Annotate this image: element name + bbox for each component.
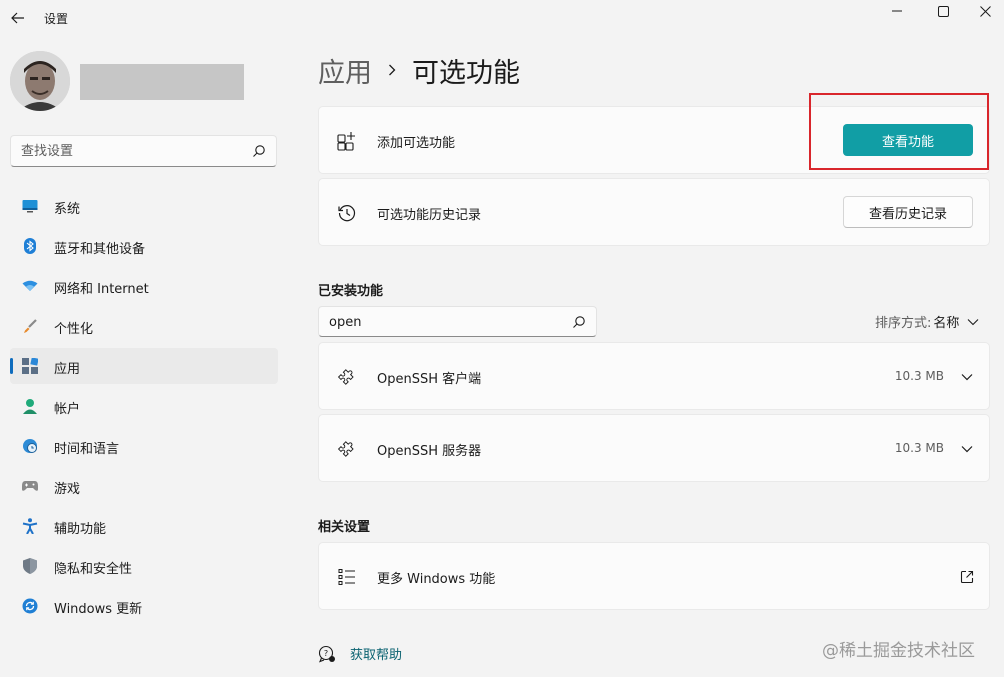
sidebar-item-personalization[interactable]: 个性化 — [10, 308, 278, 344]
feature-size: 10.3 MB — [894, 369, 944, 383]
sidebar-item-label: 游戏 — [54, 482, 81, 497]
sidebar-item-label: 应用 — [54, 362, 81, 377]
sidebar-item-label: 辅助功能 — [54, 522, 107, 537]
search-icon — [573, 316, 585, 328]
sidebar-item-label: 网络和 Internet — [54, 282, 149, 297]
sidebar-item-label: 蓝牙和其他设备 — [54, 242, 146, 257]
avatar[interactable] — [10, 51, 70, 111]
sidebar-item-bluetooth[interactable]: 蓝牙和其他设备 — [10, 228, 278, 264]
sort-label: 排序方式: — [875, 316, 932, 331]
brush-icon — [22, 318, 38, 334]
arrow-left-icon — [11, 12, 24, 24]
sort-value: 名称 — [933, 316, 960, 331]
close-icon — [979, 5, 991, 17]
sidebar-item-label: Windows 更新 — [54, 602, 143, 617]
chevron-down-icon — [967, 318, 979, 326]
sidebar-item-label: 时间和语言 — [54, 442, 120, 457]
list-icon — [337, 567, 357, 587]
breadcrumb: 应用 可选功能 — [318, 50, 520, 90]
get-help[interactable]: ? 获取帮助 — [318, 644, 402, 663]
user-name-redacted — [80, 64, 244, 100]
feature-search-input[interactable] — [329, 313, 559, 331]
search-icon — [253, 145, 265, 157]
sidebar-item-network[interactable]: 网络和 Internet — [10, 268, 278, 304]
feature-history-label: 可选功能历史记录 — [377, 208, 482, 223]
settings-search[interactable] — [10, 135, 277, 167]
account-icon — [22, 398, 38, 414]
monitor-icon — [22, 198, 38, 214]
maximize-button[interactable] — [920, 0, 966, 22]
feature-item-openssh-server[interactable]: OpenSSH 服务器 10.3 MB — [318, 414, 990, 482]
get-help-link[interactable]: 获取帮助 — [350, 644, 402, 663]
installed-features-search[interactable] — [318, 306, 597, 337]
puzzle-icon — [337, 439, 357, 459]
user-avatar-icon — [10, 51, 70, 111]
maximize-icon — [937, 5, 949, 17]
feature-name: OpenSSH 客户端 — [377, 372, 482, 387]
sidebar-item-time-language[interactable]: 时间和语言 — [10, 428, 278, 464]
minimize-icon — [892, 10, 902, 12]
page-title: 可选功能 — [412, 57, 520, 89]
feature-size: 10.3 MB — [894, 441, 944, 455]
gamepad-icon — [22, 478, 38, 494]
chevron-down-icon[interactable] — [959, 369, 975, 385]
sidebar-item-privacy[interactable]: 隐私和安全性 — [10, 548, 278, 584]
sidebar-nav: 系统 蓝牙和其他设备 网络和 Internet 个性化 应用 帐户 时间和语言 … — [10, 188, 278, 628]
feature-history-card: 可选功能历史记录 查看历史记录 — [318, 178, 990, 246]
app-title: 设置 — [44, 12, 69, 26]
view-history-button[interactable]: 查看历史记录 — [843, 196, 973, 228]
sidebar-item-system[interactable]: 系统 — [10, 188, 278, 224]
shield-icon — [22, 558, 38, 574]
feature-name: OpenSSH 服务器 — [377, 444, 482, 459]
back-button[interactable] — [6, 6, 30, 30]
globe-clock-icon — [22, 438, 38, 454]
chevron-down-icon[interactable] — [959, 441, 975, 457]
sidebar-item-windows-update[interactable]: Windows 更新 — [10, 588, 278, 624]
more-windows-features-link[interactable]: 更多 Windows 功能 — [318, 542, 990, 610]
watermark: @稀土掘金技术社区 — [822, 641, 975, 661]
help-chat-icon: ? — [318, 645, 336, 663]
related-settings-heading: 相关设置 — [318, 520, 371, 535]
search-input[interactable] — [21, 142, 241, 160]
add-grid-icon — [337, 131, 357, 151]
history-icon — [337, 203, 357, 223]
related-item-label: 更多 Windows 功能 — [377, 572, 496, 587]
svg-text:?: ? — [324, 649, 328, 658]
breadcrumb-parent[interactable]: 应用 — [318, 51, 372, 90]
annotation-highlight-box — [809, 93, 989, 170]
selection-indicator — [10, 358, 13, 374]
sidebar-item-gaming[interactable]: 游戏 — [10, 468, 278, 504]
wifi-icon — [22, 278, 38, 294]
minimize-button[interactable] — [874, 0, 920, 22]
sidebar-item-label: 帐户 — [54, 402, 81, 417]
bluetooth-icon — [22, 238, 38, 254]
feature-item-openssh-client[interactable]: OpenSSH 客户端 10.3 MB — [318, 342, 990, 410]
sidebar-item-label: 系统 — [54, 202, 81, 217]
sidebar-item-accessibility[interactable]: 辅助功能 — [10, 508, 278, 544]
sort-dropdown[interactable]: 排序方式: 名称 — [875, 312, 979, 331]
accessibility-icon — [22, 518, 38, 534]
sidebar-item-label: 隐私和安全性 — [54, 562, 133, 577]
add-feature-label: 添加可选功能 — [377, 136, 456, 151]
external-link-icon — [959, 569, 975, 585]
puzzle-icon — [337, 367, 357, 387]
sidebar-item-apps[interactable]: 应用 — [10, 348, 278, 384]
chevron-right-icon — [388, 64, 396, 76]
title-bar: 设置 — [0, 0, 1004, 36]
sidebar-item-accounts[interactable]: 帐户 — [10, 388, 278, 424]
close-button[interactable] — [962, 0, 1004, 22]
update-icon — [22, 598, 38, 614]
sidebar-item-label: 个性化 — [54, 322, 94, 337]
apps-icon — [22, 358, 38, 374]
installed-features-heading: 已安装功能 — [318, 284, 384, 299]
